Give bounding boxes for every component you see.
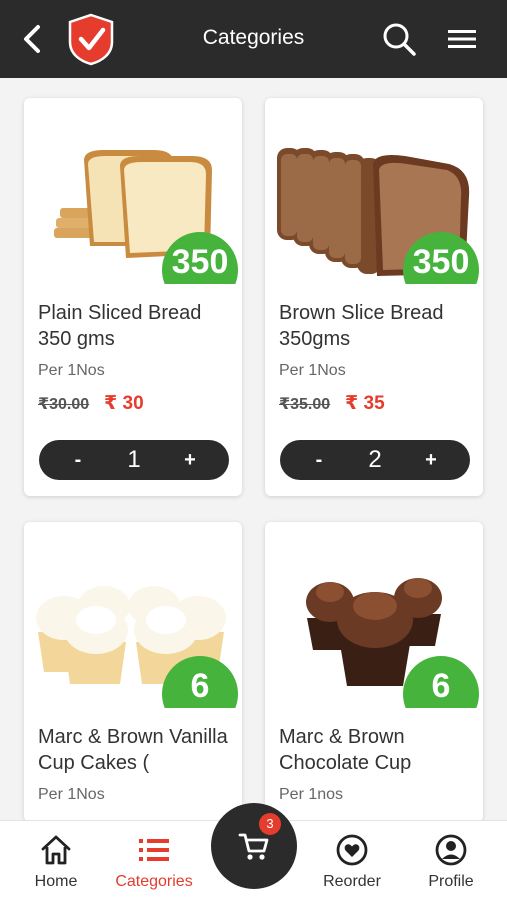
product-mrp: ₹30.00 [38, 396, 90, 413]
product-price: ₹ 30 [104, 393, 144, 414]
quantity-value: 2 [368, 446, 382, 473]
page-title: Categories [202, 26, 305, 49]
product-card[interactable]: 350 Plain Sliced Bread 350 gms Per 1Nos … [24, 98, 242, 496]
product-name[interactable]: Plain Sliced Bread 350 gms [38, 300, 234, 352]
nav-reorder[interactable]: Reorder [302, 833, 402, 895]
nav-profile[interactable]: Profile [401, 833, 501, 895]
product-card[interactable]: 350 Brown Slice Bread 350gms Per 1Nos ₹3… [265, 98, 483, 496]
product-unit: Per 1nos [279, 786, 344, 803]
nav-categories[interactable]: Categories [104, 833, 204, 895]
quantity-value: 1 [127, 446, 141, 473]
cart-button[interactable]: 3 [211, 803, 297, 889]
nav-reorder-label: Reorder [323, 873, 381, 890]
search-icon[interactable] [380, 20, 418, 58]
nav-home[interactable]: Home [6, 833, 106, 895]
decrease-qty-button[interactable]: - [294, 440, 344, 480]
product-name[interactable]: Marc & Brown Chocolate Cup [279, 724, 475, 776]
product-unit: Per 1Nos [38, 786, 105, 803]
product-card[interactable]: 6 Marc & Brown Chocolate Cup Per 1nos [265, 522, 483, 822]
quantity-stepper: - 1 + [39, 440, 229, 480]
nav-categories-label: Categories [115, 873, 193, 890]
nav-profile-label: Profile [428, 873, 474, 890]
quantity-stepper: - 2 + [280, 440, 470, 480]
product-unit: Per 1Nos [38, 362, 105, 379]
app-header: Categories [0, 0, 507, 78]
list-icon [139, 839, 169, 861]
home-icon [41, 835, 71, 865]
product-unit: Per 1Nos [279, 362, 346, 379]
nav-home-label: Home [34, 873, 78, 890]
increase-qty-button[interactable]: + [406, 440, 456, 480]
decrease-qty-button[interactable]: - [53, 440, 103, 480]
cart-count-badge: 3 [259, 813, 281, 835]
hamburger-menu-icon[interactable] [446, 26, 478, 52]
user-circle-icon [435, 834, 467, 866]
increase-qty-button[interactable]: + [165, 440, 215, 480]
product-name[interactable]: Marc & Brown Vanilla Cup Cakes ( [38, 724, 234, 776]
product-mrp: ₹35.00 [279, 396, 331, 413]
product-card[interactable]: 6 Marc & Brown Vanilla Cup Cakes ( Per 1… [24, 522, 242, 822]
product-price: ₹ 35 [345, 393, 385, 414]
heart-circle-icon [336, 834, 368, 866]
product-name[interactable]: Brown Slice Bread 350gms [279, 300, 475, 352]
